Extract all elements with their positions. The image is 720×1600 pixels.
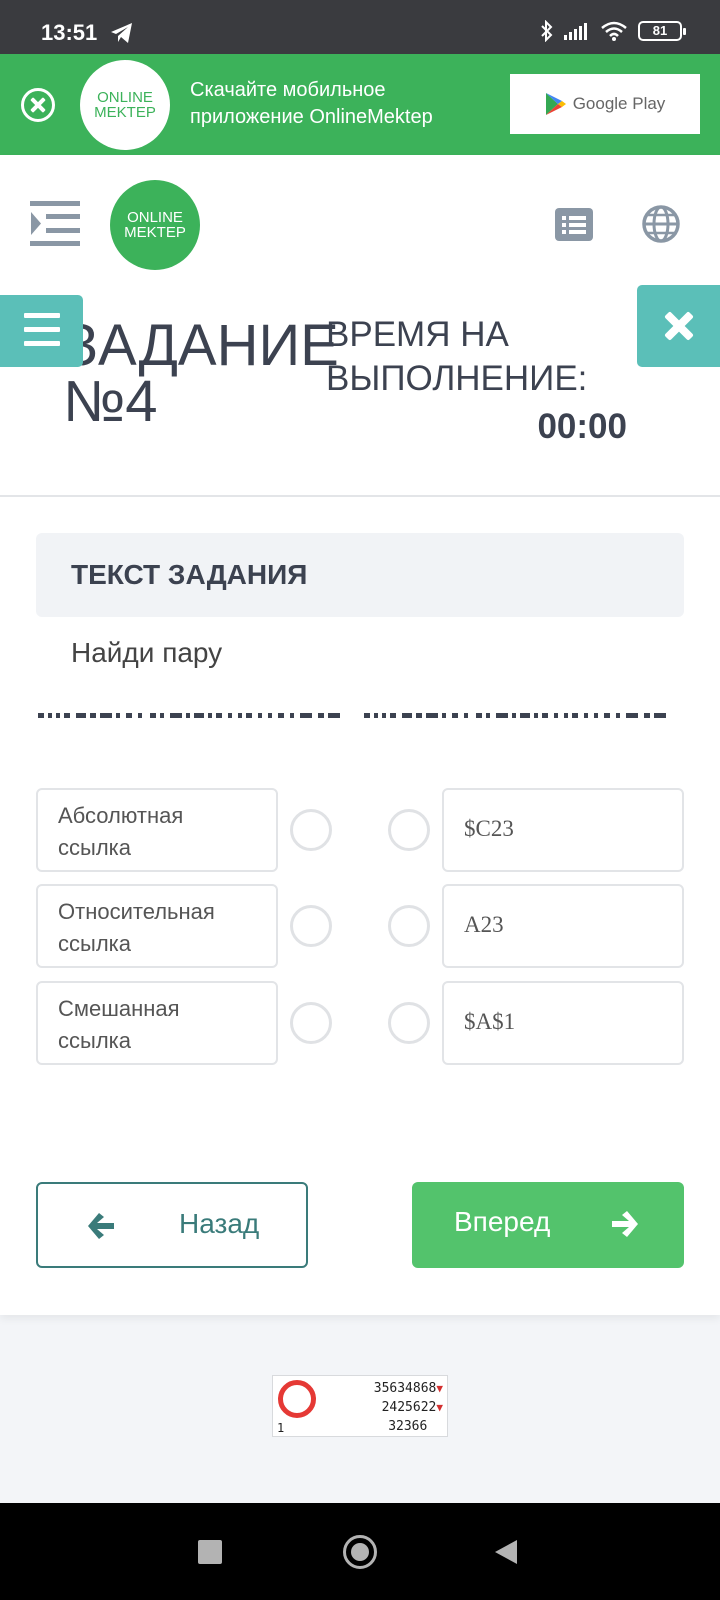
- match-left-item-1[interactable]: Абсолютная ссылка: [36, 788, 278, 872]
- time-label-line1: ВРЕМЯ НА: [326, 315, 509, 354]
- app-logo-line2: MEKTEP: [124, 224, 186, 241]
- arrow-left-icon: [88, 1213, 114, 1239]
- task-instruction: Найди пару: [71, 637, 223, 668]
- match-left-item-3[interactable]: Смешанная ссылка: [36, 981, 278, 1065]
- wifi-icon: [601, 21, 627, 41]
- match-right-radio-2[interactable]: [388, 905, 430, 947]
- bluetooth-icon: [541, 20, 553, 42]
- match-right-radio-3[interactable]: [388, 1002, 430, 1044]
- arrow-right-icon: [612, 1211, 638, 1237]
- match-left-radio-1[interactable]: [290, 809, 332, 851]
- match-left-label-3: Смешанная ссылка: [58, 996, 180, 1053]
- home-icon[interactable]: [343, 1535, 377, 1569]
- close-task-button[interactable]: [637, 285, 720, 367]
- google-play-label: Google Play: [572, 94, 666, 113]
- battery-indicator: 81: [638, 21, 686, 41]
- banner-logo: ONLINE MEKTEP: [80, 60, 170, 150]
- time-label-line2: ВЫПОЛНЕНИЕ:: [326, 359, 588, 398]
- back-button[interactable]: Назад: [36, 1182, 308, 1268]
- banner-text-line2: приложение OnlineMektep: [190, 106, 433, 128]
- status-time: 13:51: [41, 20, 98, 45]
- task-text-header: ТЕКСТ ЗАДАНИЯ: [36, 533, 684, 617]
- recent-apps-icon[interactable]: [198, 1540, 222, 1564]
- match-right-item-2[interactable]: A23: [442, 884, 684, 968]
- counter-corner-number: 1: [277, 1421, 285, 1435]
- task-title: ЗАДАНИЕ №4: [63, 313, 339, 434]
- back-button-label: Назад: [179, 1208, 260, 1239]
- status-bar: 13:51 81: [0, 0, 720, 54]
- banner-logo-line2: MEKTEP: [94, 104, 156, 121]
- down-triangle-icon: ▼: [436, 1401, 443, 1414]
- match-right-item-1[interactable]: $C23: [442, 788, 684, 872]
- app-logo[interactable]: ONLINE MEKTEP: [110, 180, 200, 270]
- match-right-label-3: $A$1: [464, 1009, 516, 1034]
- down-triangle-icon: ▼: [436, 1382, 443, 1395]
- match-left-radio-3[interactable]: [290, 1002, 332, 1044]
- signal-icon: [564, 23, 587, 40]
- back-triangle-icon[interactable]: [495, 1540, 517, 1564]
- task-list-icon[interactable]: [555, 208, 593, 241]
- globe-icon[interactable]: [641, 204, 681, 244]
- separator-dashes-left: [38, 713, 340, 718]
- next-button[interactable]: Вперед: [412, 1182, 684, 1268]
- questions-menu-button[interactable]: [0, 295, 83, 367]
- counter-ring-icon: [278, 1380, 316, 1418]
- banner-text: Скачайте мобильное приложение OnlineMekt…: [190, 77, 433, 131]
- divider: [0, 495, 720, 497]
- match-left-label-1: Абсолютная ссылка: [58, 803, 184, 860]
- task-title-line2: №4: [63, 369, 158, 434]
- app-logo-line1: ONLINE: [127, 209, 183, 226]
- telegram-icon: [111, 23, 132, 43]
- next-button-label: Вперед: [454, 1206, 551, 1237]
- status-icons: 81: [540, 20, 686, 42]
- match-right-item-3[interactable]: $A$1: [442, 981, 684, 1065]
- banner-logo-line1: ONLINE: [97, 89, 153, 106]
- visitor-counter-widget[interactable]: 1 35634868▼ 2425622▼ 32366: [272, 1375, 448, 1437]
- banner-text-line1: Скачайте мобильное: [190, 79, 386, 101]
- app-download-banner: ONLINE MEKTEP Скачайте мобильное приложе…: [0, 54, 720, 155]
- counter-row-1: 35634868: [373, 1381, 437, 1396]
- match-right-label-2: A23: [464, 912, 504, 937]
- separator-dashes-right: [364, 713, 666, 718]
- counter-row-2: 2425622: [381, 1400, 437, 1415]
- match-right-label-1: $C23: [464, 816, 514, 841]
- banner-close-icon[interactable]: [21, 88, 55, 122]
- task-card: ONLINE MEKTEP ЗАДАНИЕ №4 ВРЕМЯ НА ВЫПОЛН…: [0, 155, 720, 1315]
- match-left-item-2[interactable]: Относительная ссылка: [36, 884, 278, 968]
- counter-values: 35634868▼ 2425622▼ 32366: [374, 1379, 443, 1436]
- timer-value: 00:00: [537, 407, 627, 446]
- counter-row-3: 32366: [388, 1419, 428, 1434]
- google-play-icon: [545, 93, 566, 115]
- google-play-button[interactable]: Google Play: [510, 74, 700, 134]
- match-left-radio-2[interactable]: [290, 905, 332, 947]
- system-navigation-bar: [0, 1503, 720, 1600]
- sidebar-toggle-icon[interactable]: [30, 201, 80, 247]
- match-left-label-2: Относительная ссылка: [58, 899, 215, 956]
- task-title-line1: ЗАДАНИЕ: [63, 313, 339, 378]
- time-label: ВРЕМЯ НА ВЫПОЛНЕНИЕ:: [326, 313, 587, 401]
- task-text-heading: ТЕКСТ ЗАДАНИЯ: [71, 559, 308, 590]
- match-right-radio-1[interactable]: [388, 809, 430, 851]
